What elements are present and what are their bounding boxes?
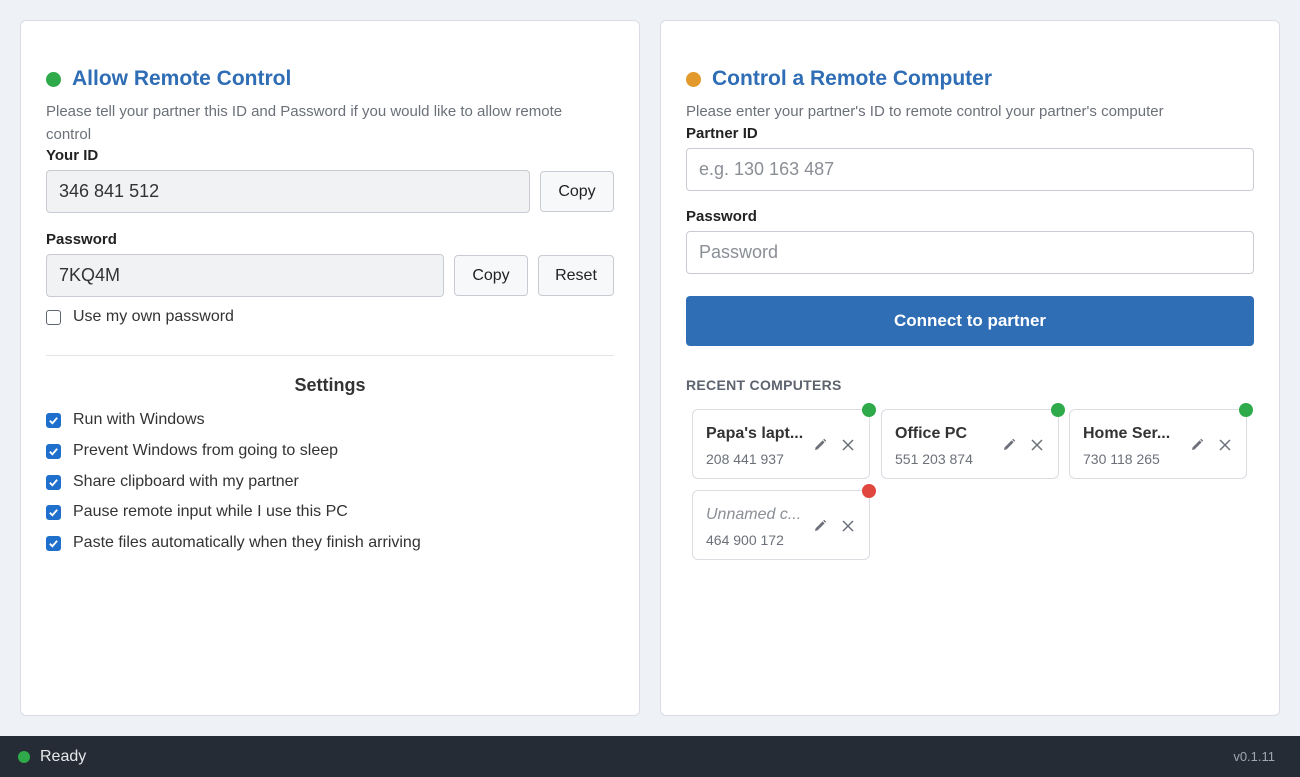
control-panel-description: Please enter your partner's ID to remote…	[686, 103, 1164, 120]
own-password-label: Use my own password	[73, 308, 234, 325]
partner-password-label: Password	[686, 208, 757, 225]
your-id-label: Your ID	[46, 147, 99, 164]
pencil-icon[interactable]	[812, 437, 828, 453]
pencil-icon[interactable]	[1001, 437, 1017, 453]
online-status-dot	[862, 403, 876, 417]
recent-computer-name: Home Ser...	[1083, 425, 1171, 442]
control-panel-title-text: Control a Remote Computer	[712, 67, 993, 90]
pencil-icon[interactable]	[1189, 437, 1205, 453]
own-password-checkbox[interactable]	[46, 309, 61, 325]
setting-paste-files[interactable]: Paste files automatically when they fini…	[46, 534, 421, 552]
setting-run-with-windows[interactable]: Run with Windows	[46, 411, 205, 429]
allow-panel-title-text: Allow Remote Control	[72, 67, 292, 90]
pencil-icon[interactable]	[812, 518, 828, 534]
status-text: Ready	[40, 747, 87, 765]
recent-computer-card[interactable]: Unnamed c... 464 900 172	[692, 484, 876, 560]
offline-status-dot	[862, 484, 876, 498]
recent-computer-name: Office PC	[895, 425, 968, 442]
control-remote-computer-panel: Control a Remote Computer Please enter y…	[660, 20, 1280, 716]
recent-computer-card[interactable]: Office PC 551 203 874	[881, 403, 1065, 479]
checkbox-icon[interactable]	[46, 443, 61, 459]
copy-id-button[interactable]: Copy	[540, 171, 614, 212]
online-status-dot	[1239, 403, 1253, 417]
setting-label: Run with Windows	[73, 411, 205, 428]
recent-computer-id: 208 441 937	[706, 451, 784, 467]
setting-pause-remote-input[interactable]: Pause remote input while I use this PC	[46, 503, 348, 521]
status-bar: Ready v0.1.11	[0, 736, 1300, 777]
checkbox-icon[interactable]	[46, 504, 61, 520]
settings-divider	[46, 355, 614, 356]
close-icon[interactable]	[840, 518, 856, 534]
password-label: Password	[46, 231, 117, 248]
allow-remote-control-panel: Allow Remote Control Please tell your pa…	[20, 20, 640, 716]
checkbox-icon[interactable]	[46, 412, 61, 428]
recent-computer-name: Unnamed c...	[706, 506, 802, 523]
status-dot-icon	[686, 71, 701, 87]
close-icon[interactable]	[1029, 437, 1045, 453]
setting-label: Paste files automatically when they fini…	[73, 534, 421, 551]
online-status-dot	[1051, 403, 1065, 417]
setting-label: Pause remote input while I use this PC	[73, 503, 348, 520]
settings-title: Settings	[294, 375, 366, 395]
connect-to-partner-button[interactable]: Connect to partner	[686, 296, 1254, 346]
checkbox-icon[interactable]	[46, 474, 61, 490]
recent-computer-card[interactable]: Home Ser... 730 118 265	[1069, 403, 1253, 479]
control-panel-title: Control a Remote Computer	[686, 67, 992, 91]
checkbox-icon[interactable]	[46, 535, 61, 551]
partner-password-input[interactable]	[686, 231, 1254, 274]
recent-computer-id: 551 203 874	[895, 451, 973, 467]
recent-computer-id: 730 118 265	[1083, 451, 1160, 467]
close-icon[interactable]	[1217, 437, 1233, 453]
your-id-field[interactable]: 346 841 512	[46, 170, 530, 213]
status-dot-icon	[18, 750, 30, 763]
setting-share-clipboard[interactable]: Share clipboard with my partner	[46, 473, 299, 491]
password-field[interactable]: 7KQ4M	[46, 254, 444, 297]
partner-id-label: Partner ID	[686, 125, 758, 142]
own-password-checkbox-row[interactable]: Use my own password	[46, 308, 234, 326]
allow-panel-title: Allow Remote Control	[46, 67, 291, 91]
close-icon[interactable]	[840, 437, 856, 453]
recent-computer-name: Papa's lapt...	[706, 425, 804, 442]
copy-password-button[interactable]: Copy	[454, 255, 528, 296]
partner-id-input[interactable]	[686, 148, 1254, 191]
setting-label: Prevent Windows from going to sleep	[73, 442, 339, 459]
status-dot-icon	[46, 71, 61, 87]
recent-computers-title: RECENT COMPUTERS	[686, 377, 842, 393]
version-label: v0.1.11	[1233, 749, 1275, 764]
allow-panel-description: Please tell your partner this ID and Pas…	[46, 103, 563, 143]
setting-prevent-sleep[interactable]: Prevent Windows from going to sleep	[46, 442, 338, 460]
recent-computer-id: 464 900 172	[706, 532, 784, 548]
reset-password-button[interactable]: Reset	[538, 255, 614, 296]
app-window: Allow Remote Control Please tell your pa…	[0, 0, 1300, 777]
setting-label: Share clipboard with my partner	[73, 473, 299, 490]
recent-computer-card[interactable]: Papa's lapt... 208 441 937	[692, 403, 876, 479]
